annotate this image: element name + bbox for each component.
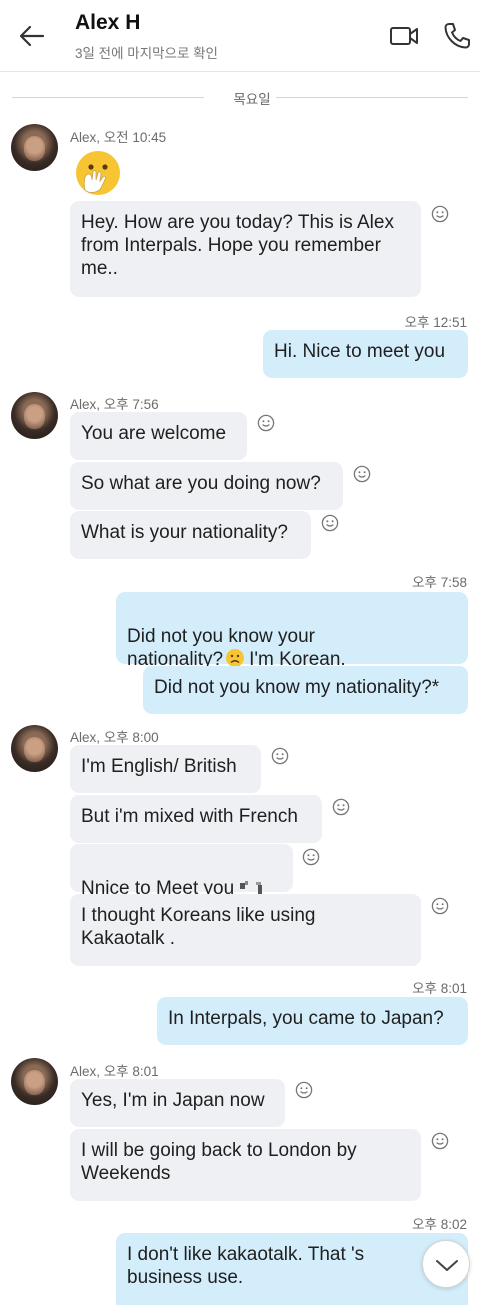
last-seen-status: 3일 전에 마지막으로 확인: [75, 46, 218, 61]
message-bubble[interactable]: But i'm mixed with French: [70, 795, 322, 843]
sender-line: Alex, 오후 8:00: [70, 730, 159, 745]
contact-name[interactable]: Alex H: [75, 11, 140, 35]
message-bubble[interactable]: Hey. How are you today? This is Alex fro…: [70, 201, 421, 297]
day-divider-label: 목요일: [233, 92, 271, 107]
message-bubble[interactable]: You are welcome: [70, 412, 247, 460]
divider-line-left: [12, 97, 204, 98]
emoji-reaction-icon[interactable]: [431, 1132, 449, 1150]
avatar[interactable]: [11, 1058, 58, 1105]
message-bubble[interactable]: In Interpals, you came to Japan?: [157, 997, 468, 1045]
message-bubble[interactable]: So what are you doing now?: [70, 462, 343, 510]
message-bubble[interactable]: What is your nationality?: [70, 511, 311, 559]
frowning-face-emoji: [226, 649, 245, 667]
message-bubble[interactable]: Hi. Nice to meet you: [263, 330, 468, 378]
message-bubble[interactable]: I will be going back to London by Weeken…: [70, 1129, 421, 1201]
phone-icon[interactable]: [441, 20, 473, 52]
back-arrow-icon[interactable]: [16, 20, 48, 52]
emoji-reaction-icon[interactable]: [431, 897, 449, 915]
emoji-reaction-icon[interactable]: [271, 747, 289, 765]
avatar[interactable]: [11, 124, 58, 171]
emoji-reaction-icon[interactable]: [332, 798, 350, 816]
message-bubble[interactable]: Did not you know your nationality? I'm Ko…: [116, 592, 468, 670]
day-divider: 목요일: [12, 88, 468, 108]
scroll-down-icon: [436, 1260, 458, 1271]
emoji-reaction-icon[interactable]: [295, 1081, 313, 1099]
chat-header: Alex H 3일 전에 마지막으로 확인: [0, 0, 480, 72]
message-bubble[interactable]: Nnice to Meet you: [70, 844, 293, 899]
message-bubble[interactable]: Yes, I'm in Japan now: [70, 1079, 285, 1127]
sender-line: Alex, 오후 7:56: [70, 397, 159, 412]
avatar[interactable]: [11, 392, 58, 439]
emoji-reaction-icon[interactable]: [257, 414, 275, 432]
message-timestamp: 오후 8:02: [412, 1217, 467, 1232]
video-call-icon[interactable]: [388, 20, 420, 52]
sender-line: Alex, 오전 10:45: [70, 130, 167, 145]
sender-line: Alex, 오후 8:01: [70, 1064, 159, 1079]
hand-over-mouth-emoji: [76, 151, 120, 195]
emoji-reaction-icon[interactable]: [321, 514, 339, 532]
message-bubble[interactable]: I thought Koreans like using Kakaotalk .: [70, 894, 421, 966]
message-timestamp: 오후 12:51: [404, 315, 467, 330]
message-timestamp: 오후 7:58: [412, 575, 467, 590]
emoji-reaction-icon[interactable]: [431, 205, 449, 223]
avatar[interactable]: [11, 725, 58, 772]
scroll-to-bottom-button[interactable]: [422, 1240, 470, 1288]
emoji-reaction-icon[interactable]: [302, 848, 320, 866]
message-bubble[interactable]: Did not you know my nationality?*: [143, 666, 468, 714]
message-bubble[interactable]: I don't like kakaotalk. That 's business…: [116, 1233, 468, 1305]
message-timestamp: 오후 8:01: [412, 981, 467, 996]
message-bubble[interactable]: I'm English/ British: [70, 745, 261, 793]
divider-line-right: [276, 97, 468, 98]
emoji-reaction-icon[interactable]: [353, 465, 371, 483]
